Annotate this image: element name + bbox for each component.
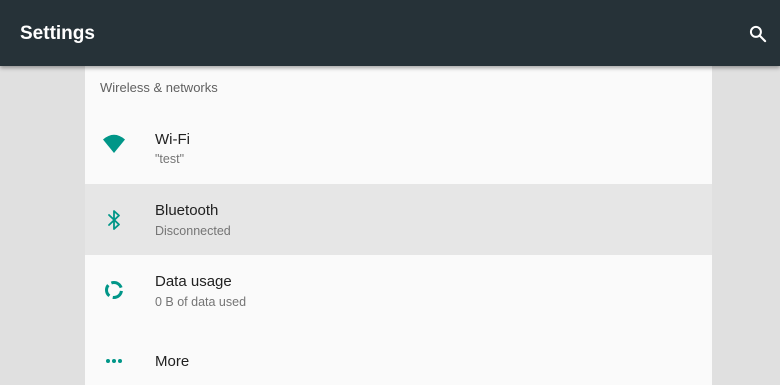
wifi-title: Wi-Fi bbox=[155, 131, 190, 148]
bluetooth-title: Bluetooth bbox=[155, 202, 219, 219]
settings-list: Wireless & networks Wi-Fi "test" Bluetoo… bbox=[85, 66, 712, 385]
more-horiz-icon bbox=[102, 349, 126, 373]
more-title: More bbox=[155, 353, 190, 370]
bluetooth-summary: Disconnected bbox=[155, 224, 231, 238]
wifi-summary: "test" bbox=[155, 152, 185, 166]
bluetooth-preference[interactable]: Bluetooth Disconnected bbox=[85, 184, 712, 255]
search-button[interactable] bbox=[744, 20, 772, 48]
page-title: Settings bbox=[20, 23, 95, 44]
data-usage-icon bbox=[102, 278, 126, 302]
wifi-preference[interactable]: Wi-Fi "test" bbox=[85, 108, 712, 179]
search-icon bbox=[749, 25, 767, 43]
category-header: Wireless & networks bbox=[100, 80, 218, 95]
data-usage-summary: 0 B of data used bbox=[155, 295, 247, 309]
data-usage-title: Data usage bbox=[155, 273, 232, 290]
app-bar: Settings bbox=[0, 0, 780, 66]
more-preference[interactable]: More bbox=[85, 326, 712, 385]
data-usage-preference[interactable]: Data usage 0 B of data used bbox=[85, 255, 712, 326]
bluetooth-icon bbox=[102, 208, 126, 232]
wifi-icon bbox=[102, 131, 126, 155]
